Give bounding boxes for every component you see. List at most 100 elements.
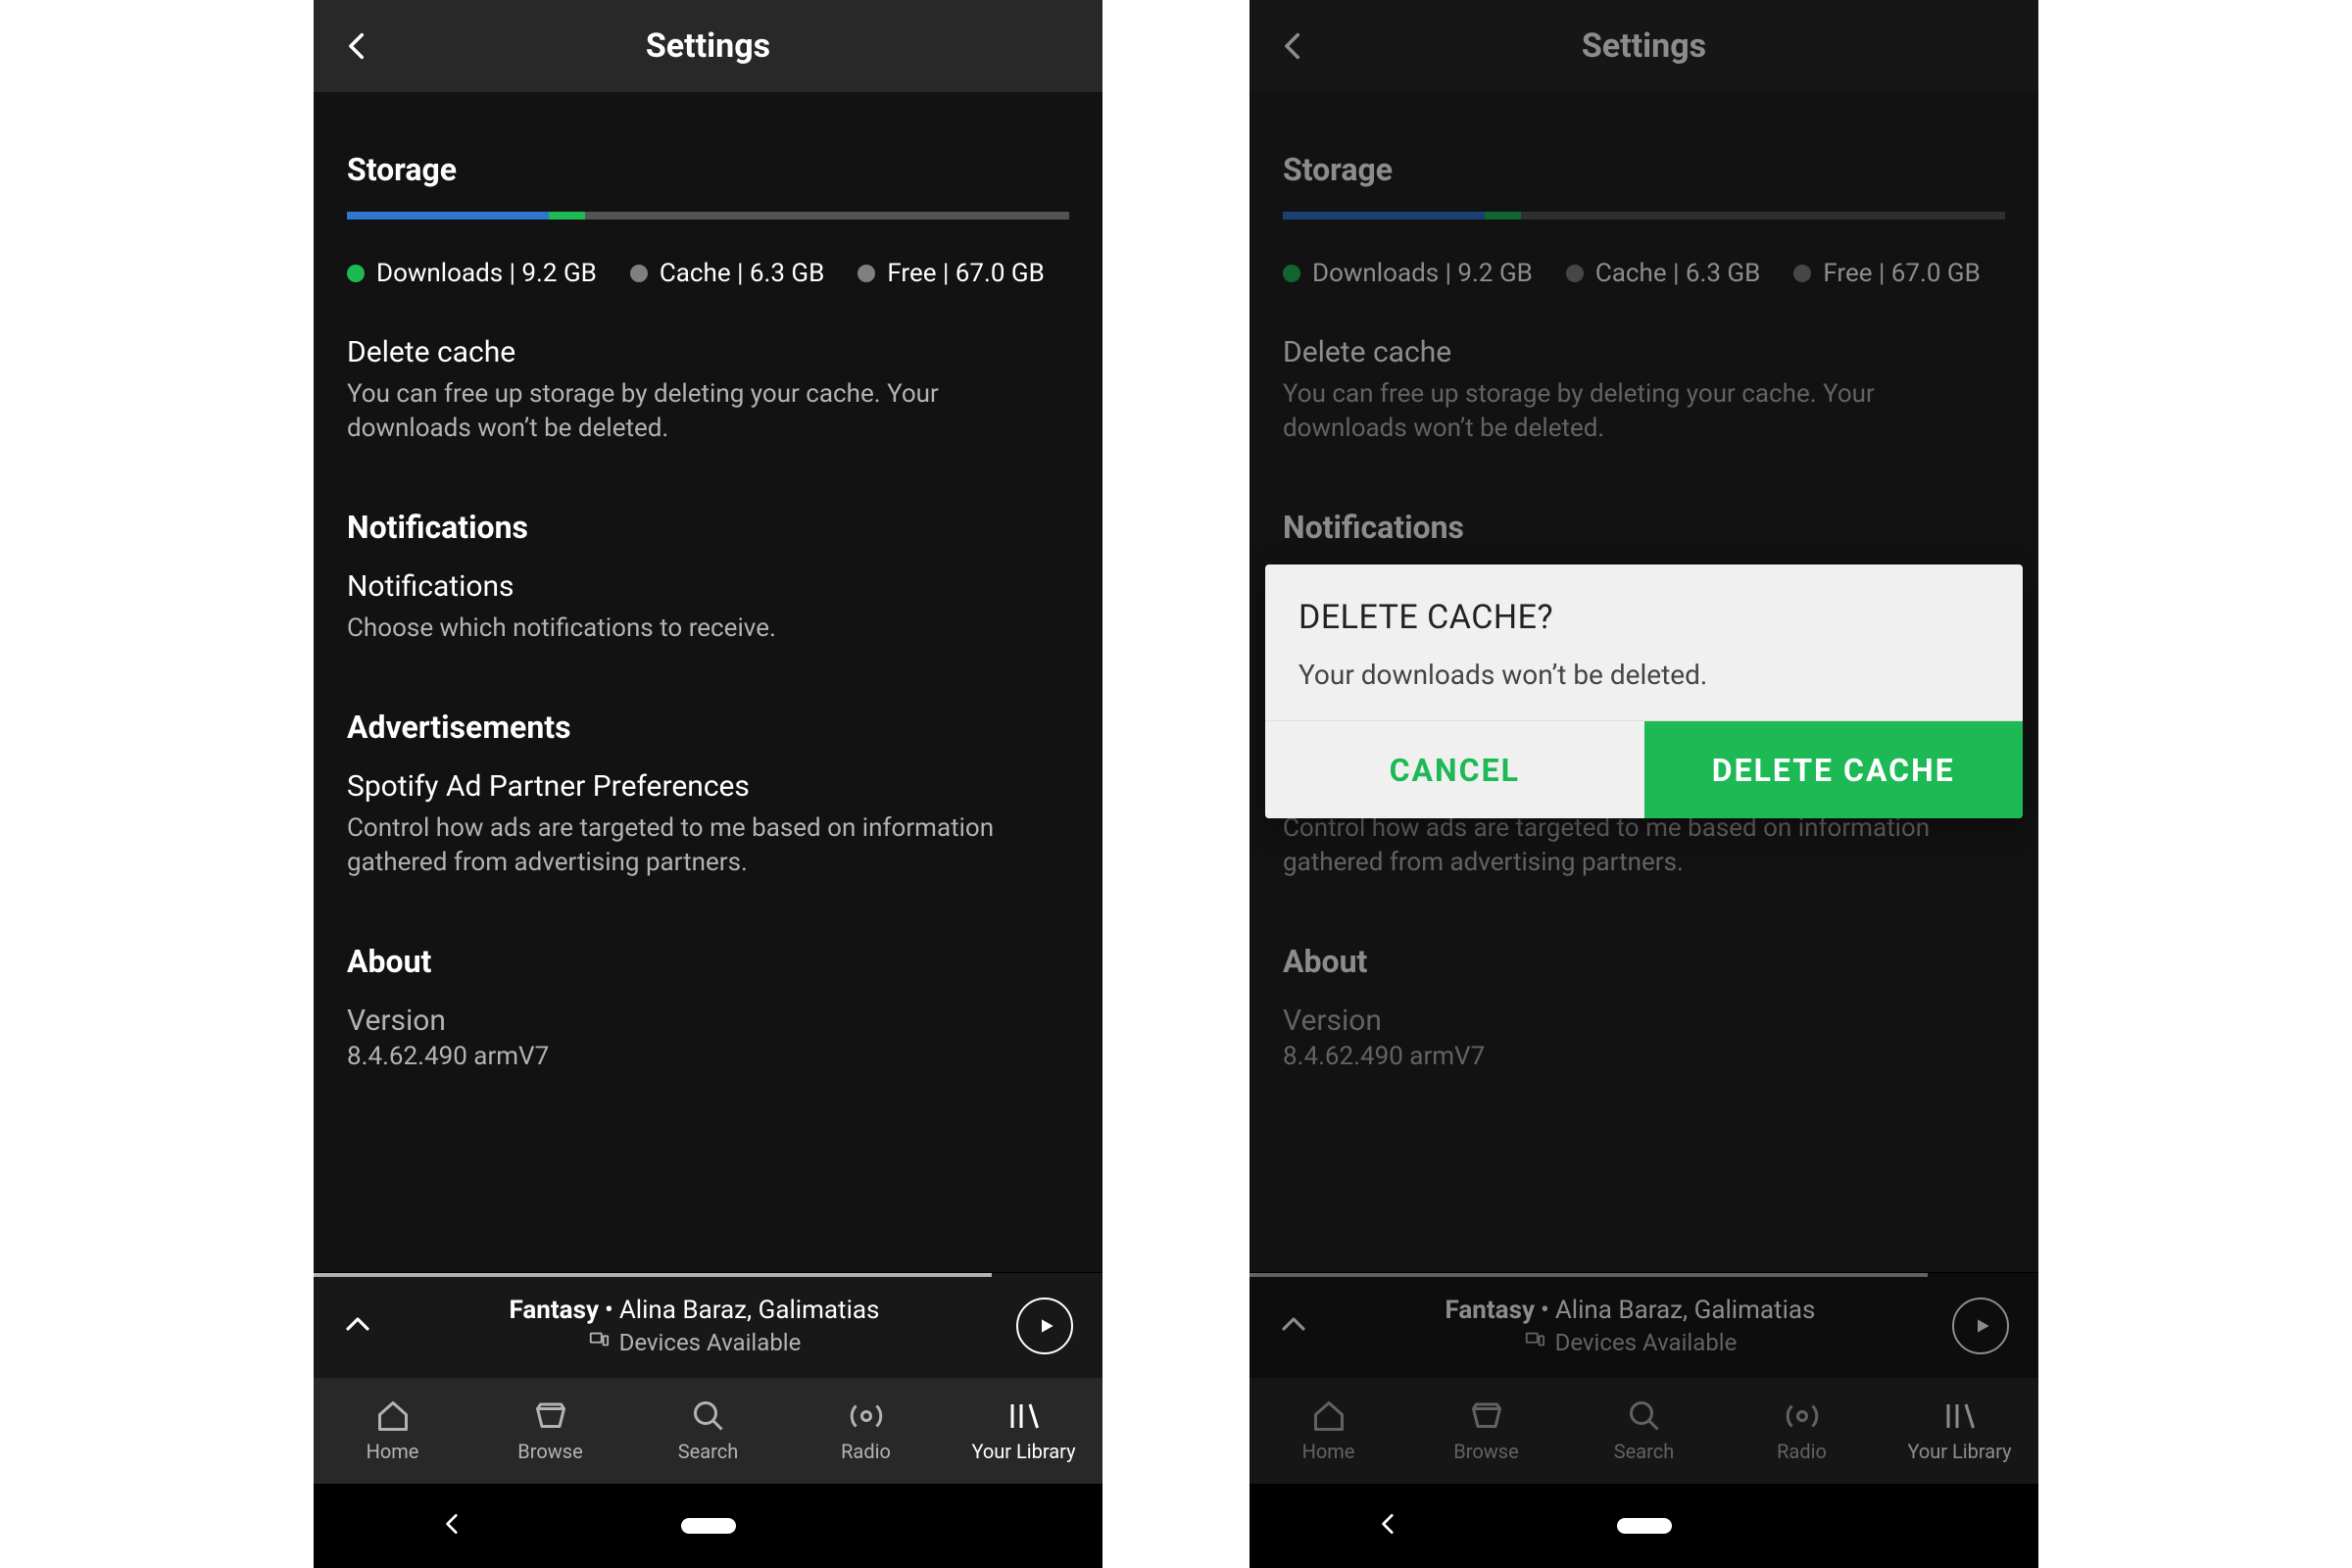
np-expand-button[interactable] xyxy=(343,1309,372,1343)
notifications-heading: Notifications xyxy=(1283,509,2005,546)
tab-radio[interactable]: Radio xyxy=(787,1378,945,1484)
library-icon xyxy=(1942,1398,1978,1434)
np-artist: Alina Baraz, Galimatias xyxy=(1555,1296,1816,1325)
tab-browse-label: Browse xyxy=(1453,1440,1518,1463)
tab-search[interactable]: Search xyxy=(629,1378,787,1484)
storage-legend: Downloads | 9.2 GB Cache | 6.3 GB Free |… xyxy=(1283,259,2005,288)
app-header: Settings xyxy=(314,0,1102,92)
storage-heading: Storage xyxy=(347,151,1069,188)
chevron-up-icon xyxy=(1279,1309,1308,1339)
np-progress xyxy=(1250,1273,1928,1277)
storage-seg-downloads xyxy=(347,212,549,220)
legend-free-label: Free | 67.0 GB xyxy=(1823,259,1980,288)
ads-desc: Control how ads are targeted to me based… xyxy=(347,811,1053,880)
legend-free: Free | 67.0 GB xyxy=(858,259,1044,288)
version-value: 8.4.62.490 armV7 xyxy=(1283,1042,2005,1071)
home-icon xyxy=(375,1398,411,1434)
tab-home-label: Home xyxy=(367,1440,419,1463)
chevron-left-icon xyxy=(1277,29,1310,63)
about-heading: About xyxy=(347,943,1069,980)
delete-cache-item[interactable]: Delete cache You can free up storage by … xyxy=(1283,335,2005,446)
tab-home[interactable]: Home xyxy=(1250,1378,1407,1484)
tab-home[interactable]: Home xyxy=(314,1378,471,1484)
dialog-cancel-button[interactable]: CANCEL xyxy=(1265,721,1644,818)
devices-icon xyxy=(588,1329,610,1356)
tab-home-label: Home xyxy=(1302,1440,1355,1463)
back-button[interactable] xyxy=(1277,29,1310,63)
legend-free: Free | 67.0 GB xyxy=(1793,259,1980,288)
ads-item[interactable]: Spotify Ad Partner Preferences Control h… xyxy=(347,769,1069,880)
legend-downloads-label: Downloads | 9.2 GB xyxy=(1312,259,1533,288)
about-heading: About xyxy=(1283,943,2005,980)
tab-library-label: Your Library xyxy=(971,1440,1075,1463)
np-song-title: Fantasy xyxy=(1446,1296,1535,1325)
legend-downloads-label: Downloads | 9.2 GB xyxy=(376,259,597,288)
np-artist: Alina Baraz, Galimatias xyxy=(619,1296,880,1325)
search-icon xyxy=(1627,1398,1662,1434)
android-nav-bar xyxy=(314,1484,1102,1568)
ads-heading: Advertisements xyxy=(347,709,1069,746)
tab-search-label: Search xyxy=(678,1440,738,1463)
devices-icon xyxy=(1524,1329,1545,1356)
version-value: 8.4.62.490 armV7 xyxy=(347,1042,1069,1071)
delete-cache-item[interactable]: Delete cache You can free up storage by … xyxy=(347,335,1069,446)
delete-cache-title: Delete cache xyxy=(1283,335,2005,369)
ads-title: Spotify Ad Partner Preferences xyxy=(347,769,1069,804)
np-progress xyxy=(314,1273,992,1277)
notifications-desc: Choose which notifications to receive. xyxy=(347,612,1053,646)
play-button[interactable] xyxy=(1016,1298,1073,1354)
tab-library-label: Your Library xyxy=(1907,1440,2011,1463)
browse-icon xyxy=(533,1398,568,1434)
dialog-message: Your downloads won’t be deleted. xyxy=(1298,659,1989,691)
dot-cache-icon xyxy=(630,265,648,282)
home-icon xyxy=(1311,1398,1347,1434)
page-title: Settings xyxy=(314,26,1102,66)
play-button[interactable] xyxy=(1952,1298,2009,1354)
notifications-item[interactable]: Notifications Choose which notifications… xyxy=(347,569,1069,646)
now-playing-bar[interactable]: Fantasy•Alina Baraz, Galimatias Devices … xyxy=(1250,1272,2038,1378)
android-back-button[interactable] xyxy=(1376,1511,1401,1541)
library-icon xyxy=(1006,1398,1042,1434)
chevron-left-icon xyxy=(440,1511,466,1537)
notifications-title: Notifications xyxy=(347,569,1069,604)
version-label: Version xyxy=(1283,1004,2005,1038)
tab-library[interactable]: Your Library xyxy=(945,1378,1102,1484)
dot-free-icon xyxy=(858,265,875,282)
android-home-pill[interactable] xyxy=(681,1518,736,1534)
back-button[interactable] xyxy=(341,29,374,63)
delete-cache-dialog: DELETE CACHE? Your downloads won’t be de… xyxy=(1265,564,2023,818)
ads-desc: Control how ads are targeted to me based… xyxy=(1283,811,1988,880)
np-devices-label: Devices Available xyxy=(1555,1329,1738,1356)
legend-cache-label: Cache | 6.3 GB xyxy=(1595,259,1760,288)
storage-bar xyxy=(1283,212,2005,220)
delete-cache-title: Delete cache xyxy=(347,335,1069,369)
dot-cache-icon xyxy=(1566,265,1584,282)
android-back-button[interactable] xyxy=(440,1511,466,1541)
delete-cache-desc: You can free up storage by deleting your… xyxy=(1283,377,1988,446)
android-nav-bar xyxy=(1250,1484,2038,1568)
tab-radio-label: Radio xyxy=(1777,1440,1827,1463)
bottom-tab-bar: Home Browse Search Radio Your Library xyxy=(1250,1378,2038,1484)
legend-cache: Cache | 6.3 GB xyxy=(630,259,824,288)
tab-library[interactable]: Your Library xyxy=(1881,1378,2038,1484)
tab-browse[interactable]: Browse xyxy=(471,1378,629,1484)
storage-seg-free xyxy=(585,212,1069,220)
dot-free-icon xyxy=(1793,265,1811,282)
np-song-title: Fantasy xyxy=(510,1296,599,1325)
tab-browse[interactable]: Browse xyxy=(1407,1378,1565,1484)
storage-seg-downloads xyxy=(1283,212,1485,220)
now-playing-bar[interactable]: Fantasy•Alina Baraz, Galimatias Devices … xyxy=(314,1272,1102,1378)
dot-downloads-icon xyxy=(347,265,365,282)
tab-browse-label: Browse xyxy=(517,1440,582,1463)
phone-screen-1: Settings Storage Downloads | 9.2 GB Cach… xyxy=(314,0,1102,1568)
tab-radio[interactable]: Radio xyxy=(1723,1378,1881,1484)
tab-search[interactable]: Search xyxy=(1565,1378,1723,1484)
bottom-tab-bar: Home Browse Search Radio Your Library xyxy=(314,1378,1102,1484)
np-expand-button[interactable] xyxy=(1279,1309,1308,1343)
browse-icon xyxy=(1469,1398,1504,1434)
storage-heading: Storage xyxy=(1283,151,2005,188)
dialog-confirm-button[interactable]: DELETE CACHE xyxy=(1644,721,2024,818)
legend-downloads: Downloads | 9.2 GB xyxy=(1283,259,1533,288)
android-home-pill[interactable] xyxy=(1617,1518,1672,1534)
page-title: Settings xyxy=(1250,26,2038,66)
